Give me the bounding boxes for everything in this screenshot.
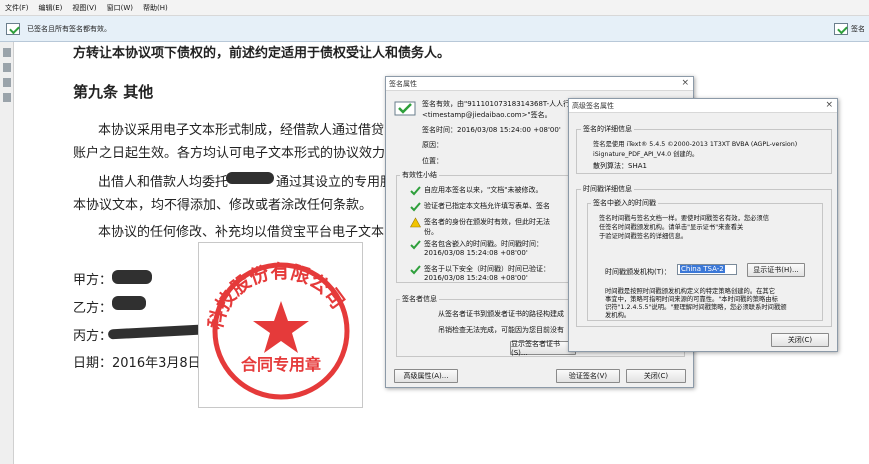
ts-authority-label: 时间戳颁发机构(T)： [605, 268, 671, 276]
summary-item: 签名于以下安全（时间戳）时间已验证： [424, 265, 550, 273]
signer-info-title: 签名者信息 [400, 294, 439, 304]
close-button[interactable]: 关闭(C) [626, 369, 686, 383]
doc-paragraph-line: 出借人和借款人均委托 [98, 175, 229, 190]
dialog-title: 签名属性 [389, 79, 417, 88]
doc-line-0: 方转让本协议项下债权的，前述约定适用于债权受让人和债务人。 [73, 46, 451, 61]
warning-icon [410, 217, 421, 228]
summary-item-cont: 份。 [424, 228, 438, 236]
show-cert-button[interactable]: 显示证书(H)... [747, 263, 805, 277]
redaction-scribble [226, 172, 274, 184]
menu-window[interactable]: 窗口(W) [102, 3, 138, 13]
ts-authority-value: China TSA-2 [680, 265, 725, 273]
date-line: 日期：2016年3月8日 [73, 356, 201, 371]
signature-status-text: 已签名且所有签名都有效。 [27, 24, 111, 33]
doc-heading: 第九条 其他 [73, 83, 154, 101]
show-signer-cert-button[interactable]: 显示签名者证书(S)... [510, 340, 576, 357]
check-icon [410, 202, 421, 212]
menu-help[interactable]: 帮助(H) [138, 3, 173, 13]
svg-text:合同专用章: 合同专用章 [241, 355, 321, 374]
created-by-line-1: 签名是使用 iText® 5.4.5 ©2000-2013 1T3XT BVBA… [593, 141, 798, 148]
check-icon [410, 240, 421, 250]
menu-edit[interactable]: 编辑(E) [34, 3, 68, 13]
close-icon[interactable]: × [681, 78, 689, 88]
dialog-titlebar: 签名属性 [386, 77, 693, 91]
signature-detail-title: 签名的详细信息 [581, 124, 634, 134]
valid-line-1: 签名有效，由"91110107318314368T-人人行科技 [422, 100, 585, 108]
hash-algorithm: 散列算法：SHA1 [593, 162, 647, 170]
seal-graphic: 科技股份有限公司 合同专用章 [203, 260, 350, 400]
summary-item-cont: 2016/03/08 15:24:08 +08'00' [424, 249, 528, 257]
valid-line-2: <timestamp@jiedaibao.com>"签名。 [422, 111, 552, 119]
location-label: 位置： [422, 157, 443, 165]
signer-line-1: 从签名者证书到颁发者证书的路径构建成 [438, 310, 564, 318]
signature-valid-icon [394, 101, 416, 116]
doc-paragraph-line: 通过其设立的专用服 [276, 175, 394, 190]
dialog-titlebar: 高级签名属性 [569, 99, 837, 113]
advanced-properties-button[interactable]: 高级属性(A)... [394, 369, 458, 383]
validity-summary-title: 有效性小结 [400, 170, 439, 180]
signature-panel-icon [834, 23, 848, 35]
redaction-scribble [112, 270, 152, 284]
check-icon [410, 186, 421, 196]
close-button[interactable]: 关闭(C) [771, 333, 829, 347]
embedded-note-1: 签名时间戳与签名文档一样。要使时间戳签名有效，您必须信 [599, 215, 770, 222]
reason-label: 原因： [422, 141, 443, 149]
policy-line-4: 发机构。 [605, 312, 631, 319]
embedded-timestamp-title: 签名中嵌入的时间戳 [591, 198, 658, 208]
menu-bar: 文件(F) 编辑(E) 视图(V) 窗口(W) 帮助(H) [0, 0, 869, 16]
signature-valid-icon [6, 22, 20, 35]
summary-item: 签名者的身份在颁发时有效，但此时无法 [424, 218, 550, 226]
summary-item: 验证者已指定本文档允许填写表单、签名 [424, 202, 550, 210]
created-by-line-2: iSignature_PDF_API_V4.0 创建的。 [593, 151, 699, 158]
signature-panel-label: 签名 [851, 25, 865, 33]
company-seal: 科技股份有限公司 合同专用章 [198, 242, 363, 408]
screen: { "menu": ["文件(F)", "编辑(E)", "视图(V)", "窗… [0, 0, 869, 464]
close-icon[interactable]: × [825, 100, 833, 110]
summary-item-cont: 2016/03/08 15:24:08 +08'00' [424, 274, 528, 282]
embedded-note-3: 于验证时间戳签名的详细信息。 [599, 233, 688, 240]
ts-authority-field[interactable]: China TSA-2 [677, 264, 737, 275]
policy-line-3: 识符"1.2.4.5.5"说明。"要理解时间戳策略，您必须联系时间戳颁 [605, 304, 787, 311]
party-b-label: 乙方： [73, 301, 113, 316]
party-c-label: 丙方： [73, 329, 113, 344]
verify-signature-button[interactable]: 验证签名(V) [556, 369, 620, 383]
menu-file[interactable]: 文件(F) [0, 3, 34, 13]
doc-paragraph-line: 本协议文本，均不得添加、修改或者涂改任何条款。 [73, 198, 373, 213]
timestamp-detail-title: 时间戳详细信息 [581, 184, 634, 194]
party-a-label: 甲方： [73, 273, 113, 288]
embedded-note-2: 任签名时间戳颁发机构。请单击"显示证书"来查看关 [599, 224, 744, 231]
signature-panel-button[interactable]: 签名 [834, 21, 865, 37]
doc-paragraph-line: 本协议采用电子文本形式制成，经借款人通过借贷 [98, 123, 385, 138]
redaction-scribble [112, 296, 146, 310]
signer-line-2: 吊销检查无法完成，可能因为您目前没有 [438, 326, 564, 334]
signature-status-bar: 已签名且所有签名都有效。 签名 [0, 16, 869, 42]
doc-paragraph-line: 本协议的任何修改、补充均以借贷宝平台电子文本 [98, 225, 385, 240]
sign-time: 签名时间：2016/03/08 15:24:00 +08'00' [422, 126, 561, 134]
doc-paragraph-line: 账户之日起生效。各方均认可电子文本形式的协议效力 [73, 146, 386, 161]
advanced-signature-properties-dialog: 高级签名属性 × 签名的详细信息 签名是使用 iText® 5.4.5 ©200… [568, 98, 838, 352]
menu-view[interactable]: 视图(V) [67, 3, 101, 13]
summary-item: 签名包含嵌入的时间戳。时间戳时间： [424, 240, 543, 248]
check-icon [410, 265, 421, 275]
dialog-title: 高级签名属性 [572, 101, 614, 110]
summary-item: 自应用本签名以来，"文档"未被修改。 [424, 186, 543, 194]
